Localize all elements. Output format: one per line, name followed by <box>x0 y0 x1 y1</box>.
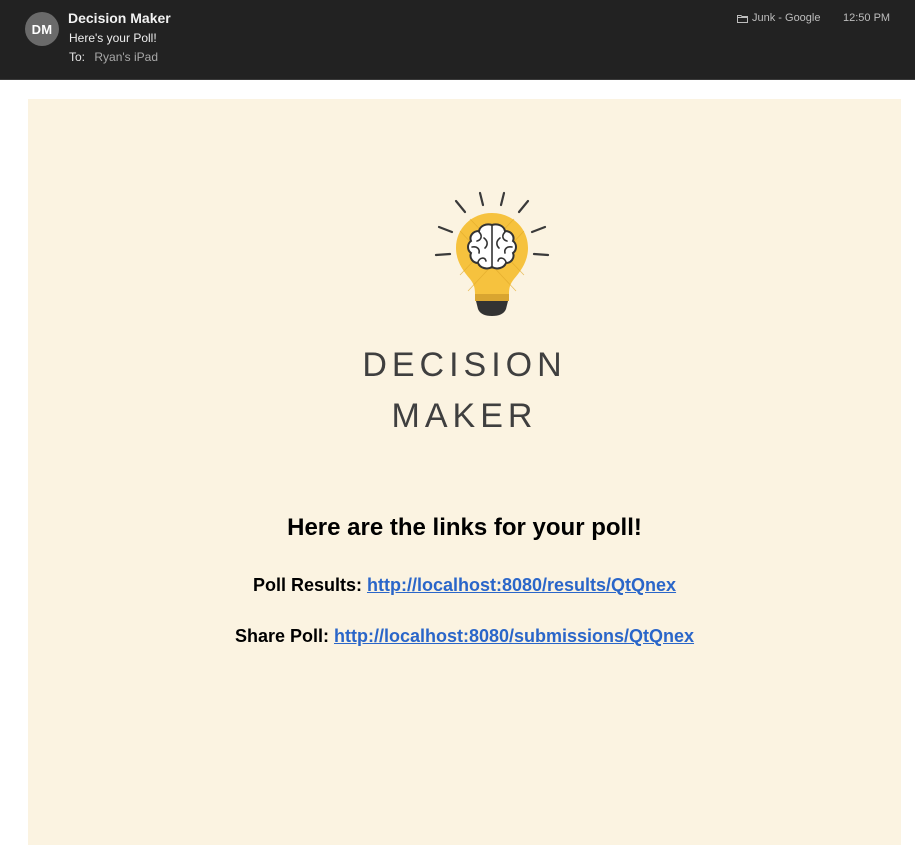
logo-text-maker: MAKER <box>391 397 538 435</box>
share-poll-label: Share Poll: <box>234 626 329 646</box>
recipient-name[interactable]: Ryan's iPad <box>94 50 158 64</box>
poll-results-link[interactable]: http://localhost:8080/results/QtQnex <box>367 575 676 595</box>
sender-name[interactable]: Decision Maker <box>68 10 171 26</box>
message-header: DM Decision Maker Here's your Poll! To: … <box>0 0 915 80</box>
folder-icon <box>737 14 748 23</box>
lightbulb-brain-icon <box>434 191 550 316</box>
recipient-row: To: Ryan's iPad <box>69 50 158 64</box>
folder-label: Junk - Google <box>752 12 821 24</box>
email-headline: Here are the links for your poll! <box>287 514 642 541</box>
to-label: To: <box>69 50 86 64</box>
poll-results-row: Poll Results: http://localhost:8080/resu… <box>28 575 901 596</box>
share-poll-link[interactable]: http://localhost:8080/submissions/QtQnex <box>334 626 694 646</box>
logo-text-decision: DECISION <box>362 346 567 384</box>
folder-indicator[interactable]: Junk - Google <box>737 12 820 24</box>
received-time: 12:50 PM <box>843 12 891 24</box>
share-poll-row: Share Poll: http://localhost:8080/submis… <box>28 626 901 647</box>
subject-line: Here's your Poll! <box>69 31 157 45</box>
avatar[interactable]: DM <box>25 12 59 46</box>
poll-results-label: Poll Results: <box>252 575 362 595</box>
email-body: DECISION MAKER Here are the links for yo… <box>28 99 901 845</box>
